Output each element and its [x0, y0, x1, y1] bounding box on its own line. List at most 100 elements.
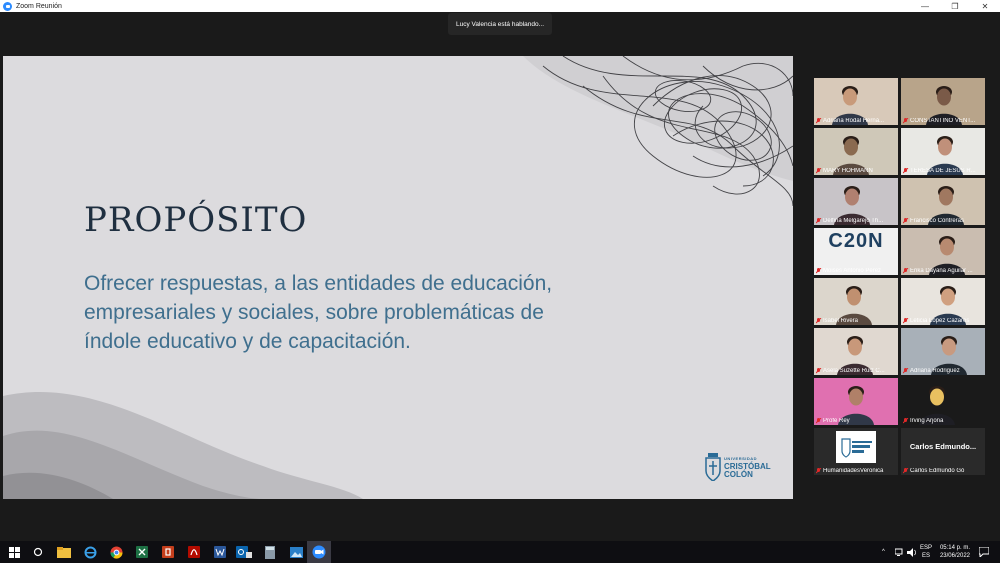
participant-name: Profe Rey	[816, 418, 896, 424]
volume-icon[interactable]	[904, 544, 920, 560]
excel-icon[interactable]	[134, 544, 150, 560]
notifications-icon[interactable]	[976, 544, 992, 560]
participant-name-text: Francisco Contreras	[910, 218, 965, 224]
participant-name: MARY HOHMANN	[816, 168, 896, 174]
participant-name-text: Irving Arjona	[910, 418, 944, 424]
powerpoint-icon[interactable]	[160, 544, 176, 560]
muted-mic-icon	[816, 168, 821, 174]
muted-mic-icon	[903, 118, 908, 124]
muted-mic-icon	[903, 418, 908, 424]
minimize-button[interactable]: —	[910, 0, 940, 12]
windows-taskbar: ^ ESP ES 05:14 p. m. 23/06/2022	[0, 541, 1000, 563]
participant-name: Erika Dayana Aguilar ...	[903, 268, 983, 274]
participant-tile[interactable]: Isabel Rivera	[814, 278, 898, 325]
participant-name-text: Carlos Edmundo Gó	[910, 468, 965, 474]
participant-name-text: Delfina Melgarejo Th...	[823, 218, 884, 224]
language-code: ESP	[920, 545, 933, 551]
close-button[interactable]: ✕	[970, 0, 1000, 12]
muted-mic-icon	[816, 268, 821, 274]
muted-mic-icon	[816, 218, 821, 224]
participant-name: Adriana Rodal Herná...	[816, 118, 896, 124]
participant-tile[interactable]: Leticia Lopez Cazares	[901, 278, 985, 325]
keyboard-layout: ES	[922, 553, 931, 559]
participant-name: Asela Suzette Ruiz C...	[816, 368, 896, 374]
participant-name-text: Adriana Rodal Herná...	[823, 118, 885, 124]
clock-date: 23/06/2022	[939, 553, 970, 559]
muted-mic-icon	[903, 468, 908, 474]
participant-name: Leticia Lopez Cazares	[903, 318, 983, 324]
participant-tile[interactable]: TERESA DE JESUS R...	[901, 128, 985, 175]
participant-name-text: MARY HOHMANN	[823, 168, 873, 174]
system-clock[interactable]: 05:14 p. m. 23/06/2022	[940, 544, 970, 560]
participant-name-text: Profe Rey	[823, 418, 850, 424]
photos-icon[interactable]	[288, 544, 304, 560]
participant-name: HumanidadesVeronica	[816, 468, 896, 474]
calculator-icon[interactable]	[262, 544, 278, 560]
participant-tile[interactable]: C20N Moises Antonio Perez	[814, 228, 898, 275]
participant-name: Adriana Rodriguez	[903, 368, 983, 374]
word-icon[interactable]	[212, 544, 228, 560]
participant-tile[interactable]: Erika Dayana Aguilar ...	[901, 228, 985, 275]
participant-tile[interactable]: Asela Suzette Ruiz C...	[814, 328, 898, 375]
input-language-indicator[interactable]: ESP ES	[920, 544, 932, 560]
participant-tile[interactable]: Irving Arjona	[901, 378, 985, 425]
participant-name: Isabel Rivera	[816, 318, 896, 324]
zoom-app-icon	[3, 1, 12, 11]
participant-banner: C20N	[828, 230, 884, 252]
file-explorer-icon[interactable]	[56, 544, 72, 560]
participant-name-text: Erika Dayana Aguilar ...	[910, 268, 973, 274]
participant-tile[interactable]: Profe Rey	[814, 378, 898, 425]
participant-name-text: HumanidadesVeronica	[823, 468, 884, 474]
university-logo: UNIVERSIDAD CRISTÓBAL COLÓN	[705, 453, 771, 481]
logo-text: UNIVERSIDAD CRISTÓBAL COLÓN	[724, 455, 771, 479]
muted-mic-icon	[903, 268, 908, 274]
muted-mic-icon	[903, 168, 908, 174]
muted-mic-icon	[816, 318, 821, 324]
participant-name-text: Leticia Lopez Cazares	[910, 318, 970, 324]
muted-mic-icon	[903, 218, 908, 224]
speaking-indicator: Lucy Valencia está hablando...	[448, 13, 552, 35]
muted-mic-icon	[816, 468, 821, 474]
participant-name: Francisco Contreras	[903, 218, 983, 224]
zoom-window: Zoom Reunión — ❐ ✕ Lucy Valencia está ha…	[0, 0, 1000, 563]
slide-body: Ofrecer respuestas, a las entidades de e…	[84, 272, 553, 353]
chrome-icon[interactable]	[108, 544, 124, 560]
participant-tile[interactable]: Francisco Contreras	[901, 178, 985, 225]
shared-screen-slide: PROPÓSITO Ofrecer respuestas, a las enti…	[3, 56, 793, 499]
participant-name: CONSTANTINO VENT...	[903, 118, 983, 124]
participant-tile[interactable]: Carlos Edmundo... Carlos Edmundo Gó	[901, 428, 985, 475]
muted-mic-icon	[816, 118, 821, 124]
internet-explorer-icon[interactable]	[82, 544, 98, 560]
participant-name-text: Moises Antonio Perez	[823, 268, 882, 274]
muted-mic-icon	[816, 418, 821, 424]
search-icon[interactable]	[30, 544, 46, 560]
participant-name: TERESA DE JESUS R...	[903, 168, 983, 174]
participant-name: Irving Arjona	[903, 418, 983, 424]
participant-name: Carlos Edmundo Gó	[903, 468, 983, 474]
title-bar: Zoom Reunión — ❐ ✕	[0, 0, 1000, 12]
participant-tile[interactable]: HumanidadesVeronica	[814, 428, 898, 475]
participant-name-text: Asela Suzette Ruiz C...	[823, 368, 885, 374]
logo-line-3: COLÓN	[724, 470, 753, 479]
participant-tile[interactable]: Adriana Rodal Herná...	[814, 78, 898, 125]
clock-time: 05:14 p. m.	[939, 545, 970, 551]
participant-tile[interactable]: Adriana Rodriguez	[901, 328, 985, 375]
zoom-taskbar-icon[interactable]	[307, 541, 331, 563]
participant-name: Delfina Melgarejo Th...	[816, 218, 896, 224]
participant-tile[interactable]: Delfina Melgarejo Th...	[814, 178, 898, 225]
window-title: Zoom Reunión	[16, 2, 62, 10]
participant-name-text: TERESA DE JESUS R...	[910, 168, 976, 174]
shield-icon	[705, 453, 721, 481]
participant-display-name: Carlos Edmundo...	[909, 442, 977, 451]
participant-tile[interactable]: MARY HOHMANN	[814, 128, 898, 175]
window-controls: — ❐ ✕	[910, 0, 1000, 12]
maximize-button[interactable]: ❐	[940, 0, 970, 12]
outlook-icon[interactable]	[236, 544, 252, 560]
adobe-reader-icon[interactable]	[186, 544, 202, 560]
participant-logo	[836, 431, 876, 463]
tray-chevron-icon[interactable]: ^	[882, 541, 885, 563]
participant-tile[interactable]: CONSTANTINO VENT...	[901, 78, 985, 125]
windows-start-icon[interactable]	[6, 544, 22, 560]
muted-mic-icon	[816, 368, 821, 374]
participant-name: Moises Antonio Perez	[816, 268, 896, 274]
